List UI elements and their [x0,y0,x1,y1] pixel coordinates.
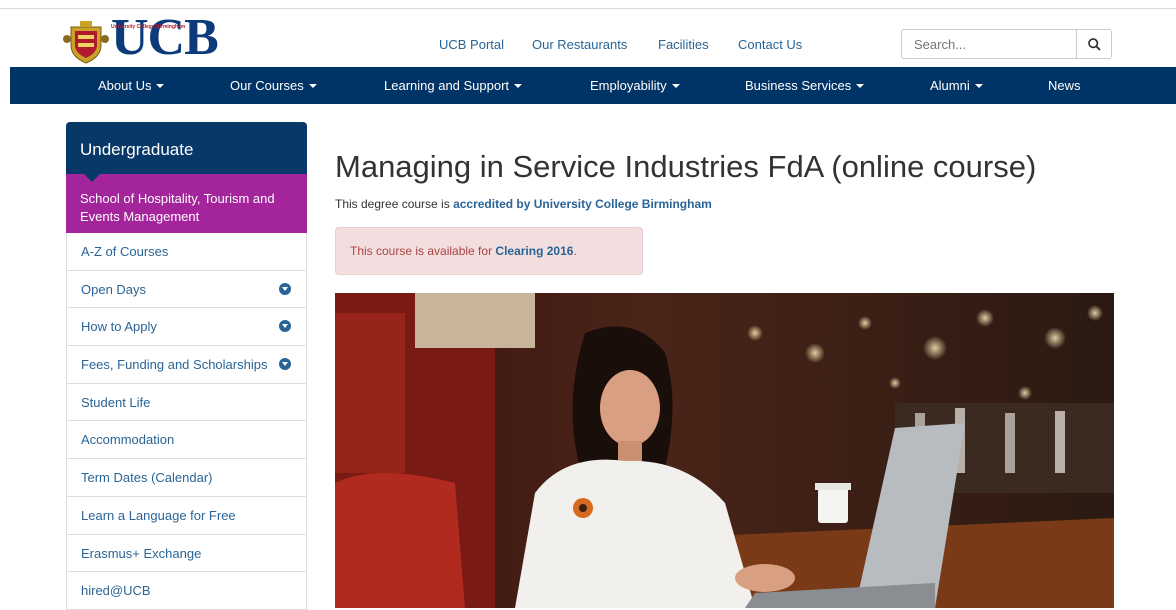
search-icon [1088,38,1101,51]
search-button[interactable] [1076,29,1112,59]
nav-item-about-us[interactable]: About Us [98,78,165,93]
nav-label: Business Services [745,78,852,93]
nav-item-employability[interactable]: Employability [590,78,680,93]
nav-label: Learning and Support [384,78,510,93]
nav-label: About Us [98,78,152,93]
top-link-facilities[interactable]: Facilities [658,37,709,52]
intro-prefix: This degree course is [335,197,454,211]
sidebar-item-term-dates[interactable]: Term Dates (Calendar) [66,459,307,497]
sidebar: Undergraduate School of Hospitality, Tou… [66,122,307,610]
expand-icon[interactable] [279,320,291,333]
hero-image [335,293,1114,608]
expand-icon[interactable] [279,358,291,371]
nav-item-business-services[interactable]: Business Services [745,78,865,93]
crest-icon [63,21,109,64]
sidebar-item-student-life[interactable]: Student Life [66,383,307,422]
clearing-link[interactable]: Clearing 2016 [495,244,573,258]
notch-arrow [84,174,100,182]
intro-text: This degree course is accredited by Univ… [335,197,712,211]
sidebar-item-learn-a-language[interactable]: Learn a Language for Free [66,496,307,535]
sidebar-item-accommodation[interactable]: Accommodation [66,421,307,460]
sidebar-item-label: Accommodation [81,432,175,448]
sidebar-item-label: Student Life [81,394,151,410]
sidebar-item-erasmus[interactable]: Erasmus+ Exchange [66,534,307,573]
nav-label: Our Courses [230,78,304,93]
sidebar-item-open-days[interactable]: Open Days [66,270,307,309]
alert-suffix: . [573,244,577,258]
nav-label: Alumni [930,78,970,93]
caret-down-icon [671,84,680,88]
nav-item-alumni[interactable]: Alumni [930,78,983,93]
logo-wordmark: UCB [111,9,219,66]
sidebar-heading-label: Undergraduate [80,140,194,159]
page-title: Managing in Service Industries FdA (onli… [335,149,1037,184]
clearing-alert: This course is available for Clearing 20… [335,227,643,275]
sidebar-item-fees-funding[interactable]: Fees, Funding and Scholarships [66,346,307,384]
sidebar-item-a-z-of-courses[interactable]: A-Z of Courses [66,233,307,271]
sidebar-item-label: A-Z of Courses [81,244,169,259]
accreditation-link[interactable]: accredited by University College Birming… [453,197,712,211]
sidebar-item-active[interactable]: School of Hospitality, Tourism and Event… [66,174,307,233]
alert-prefix: This course is available for [350,244,496,258]
nav-item-news[interactable]: News [1048,78,1081,93]
top-link-our-restaurants[interactable]: Our Restaurants [532,37,627,52]
sidebar-item-label: Fees, Funding and Scholarships [81,357,268,373]
sidebar-heading[interactable]: Undergraduate [66,122,307,182]
expand-icon[interactable] [279,282,291,295]
sidebar-item-label: Open Days [81,281,147,297]
sidebar-item-label: How to Apply [81,319,157,335]
nav-label: News [1048,78,1081,93]
sidebar-item-label: Erasmus+ Exchange [81,545,202,561]
sidebar-item-label: hired@UCB [81,583,151,599]
caret-down-icon [856,84,865,88]
sidebar-item-label: Learn a Language for Free [81,507,236,523]
caret-down-icon [156,84,165,88]
main-navbar: About Us Our Courses Learning and Suppor… [10,67,1176,104]
caret-down-icon [308,84,317,88]
nav-label: Employability [590,78,667,93]
top-link-contact-us[interactable]: Contact Us [738,37,802,52]
search-input[interactable] [901,29,1077,59]
sidebar-item-label: Term Dates (Calendar) [81,470,213,486]
nav-item-learning-and-support[interactable]: Learning and Support [384,78,523,93]
sidebar-item-hired-ucb[interactable]: hired@UCB [66,572,307,610]
top-link-ucb-portal[interactable]: UCB Portal [439,37,504,52]
hero-photo [335,293,1114,608]
caret-down-icon [514,84,523,88]
caret-down-icon [974,84,983,88]
logo-subtext: University College Birmingham [111,24,186,30]
ucb-logo[interactable]: UCB University College Birmingham [63,12,229,65]
nav-item-our-courses[interactable]: Our Courses [230,78,317,93]
sidebar-item-how-to-apply[interactable]: How to Apply [66,308,307,347]
